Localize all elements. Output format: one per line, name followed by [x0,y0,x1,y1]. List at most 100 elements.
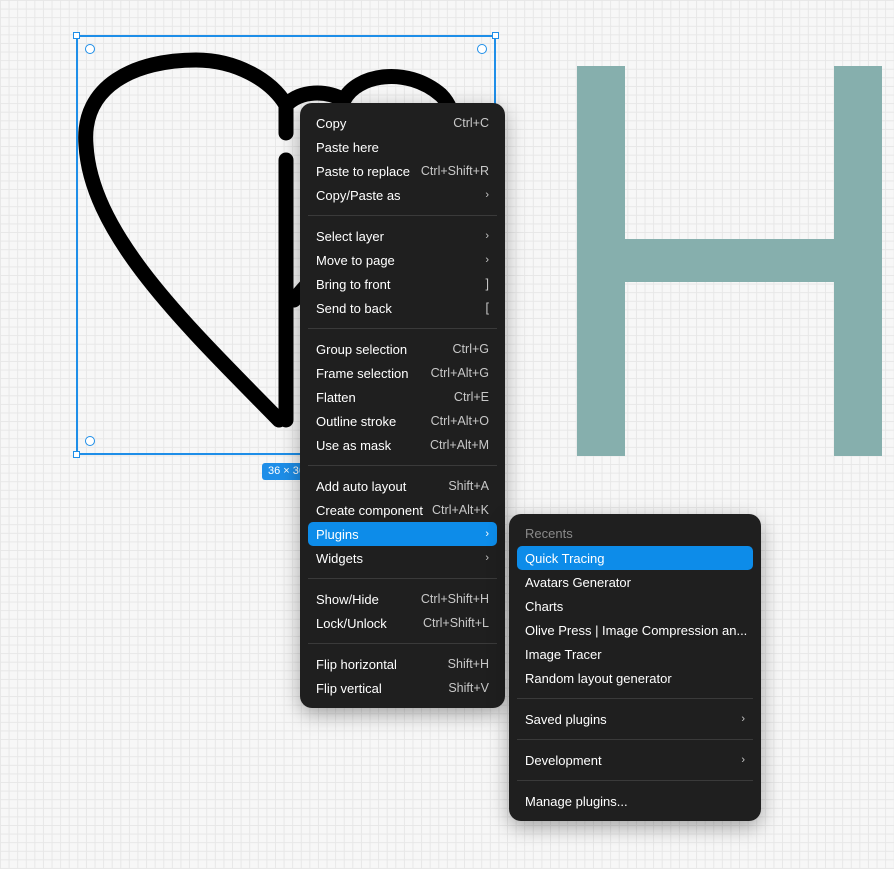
menu-item-send-to-back[interactable]: Send to back [ [308,296,497,320]
menu-item-add-auto-layout[interactable]: Add auto layout Shift+A [308,474,497,498]
chevron-right-icon: › [741,713,745,725]
plugin-item-label: Olive Press | Image Compression an... [525,622,748,638]
menu-item-flatten[interactable]: Flatten Ctrl+E [308,385,497,409]
menu-item-shortcut: Ctrl+Alt+M [429,438,489,452]
menu-item-frame-selection[interactable]: Frame selection Ctrl+Alt+G [308,361,497,385]
menu-item-shortcut: Ctrl+G [452,342,489,356]
chevron-right-icon: › [485,552,489,564]
menu-item-label: Flip horizontal [316,656,397,672]
plugin-item-olive-press[interactable]: Olive Press | Image Compression an... [517,618,753,642]
menu-item-label: Copy [316,115,347,131]
letter-h-shape[interactable] [577,66,894,456]
menu-item-copy[interactable]: Copy Ctrl+C [308,111,497,135]
menu-item-label: Use as mask [316,437,392,453]
menu-item-shortcut: [ [485,301,489,315]
menu-item-flip-horizontal[interactable]: Flip horizontal Shift+H [308,652,497,676]
menu-item-label: Flatten [316,389,356,405]
menu-item-shortcut: Ctrl+Alt+O [430,414,489,428]
menu-item-label: Add auto layout [316,478,407,494]
menu-item-move-to-page[interactable]: Move to page › [308,248,497,272]
menu-item-label: Development [525,752,602,768]
plugin-item-label: Avatars Generator [525,574,631,590]
menu-separator [308,643,497,644]
menu-item-label: Lock/Unlock [316,615,387,631]
menu-item-development[interactable]: Development › [517,748,753,772]
menu-item-bring-to-front[interactable]: Bring to front ] [308,272,497,296]
menu-separator [308,328,497,329]
menu-item-label: Widgets [316,550,363,566]
menu-item-shortcut: Ctrl+Alt+K [432,503,489,517]
menu-separator [308,215,497,216]
plugin-item-label: Random layout generator [525,670,672,686]
menu-item-shortcut: Ctrl+E [453,390,489,404]
menu-item-label: Flip vertical [316,680,382,696]
menu-item-select-layer[interactable]: Select layer › [308,224,497,248]
menu-item-label: Saved plugins [525,711,607,727]
menu-item-plugins[interactable]: Plugins › [308,522,497,546]
menu-item-paste-to-replace[interactable]: Paste to replace Ctrl+Shift+R [308,159,497,183]
menu-item-label: Outline stroke [316,413,397,429]
chevron-right-icon: › [741,754,745,766]
menu-item-shortcut: Ctrl+Alt+G [430,366,489,380]
menu-item-shortcut: ] [485,277,489,291]
menu-item-shortcut: Ctrl+Shift+L [422,616,489,630]
chevron-right-icon: › [485,230,489,242]
resize-handle-top-right[interactable] [492,32,499,39]
menu-item-label: Frame selection [316,365,409,381]
menu-item-manage-plugins[interactable]: Manage plugins... [517,789,753,813]
menu-item-label: Bring to front [316,276,391,292]
menu-separator [308,465,497,466]
plugin-item-label: Quick Tracing [525,550,605,566]
chevron-right-icon: › [485,189,489,201]
menu-item-widgets[interactable]: Widgets › [308,546,497,570]
menu-item-outline-stroke[interactable]: Outline stroke Ctrl+Alt+O [308,409,497,433]
menu-item-label: Show/Hide [316,591,379,607]
menu-item-shortcut: Shift+A [448,479,489,493]
menu-item-shortcut: Shift+H [447,657,489,671]
menu-item-label: Group selection [316,341,408,357]
menu-item-shortcut: Shift+V [448,681,489,695]
plugin-item-label: Image Tracer [525,646,602,662]
corner-radius-handle-bottom-left[interactable] [85,436,95,446]
menu-item-shortcut: Ctrl+Shift+H [420,592,489,606]
plugin-item-charts[interactable]: Charts [517,594,753,618]
menu-item-label: Create component [316,502,423,518]
menu-item-label: Select layer [316,228,384,244]
menu-item-create-component[interactable]: Create component Ctrl+Alt+K [308,498,497,522]
menu-item-group-selection[interactable]: Group selection Ctrl+G [308,337,497,361]
menu-item-label: Paste here [316,139,379,155]
design-canvas[interactable]: 36 × 36 Copy Ctrl+C Paste here Paste to … [0,0,894,869]
menu-item-label: Plugins [316,526,359,542]
menu-separator [517,739,753,740]
resize-handle-top-left[interactable] [73,32,80,39]
menu-item-copy-paste-as[interactable]: Copy/Paste as › [308,183,497,207]
menu-item-label: Send to back [316,300,392,316]
resize-handle-bottom-left[interactable] [73,451,80,458]
menu-item-shortcut: Ctrl+C [453,116,489,130]
recents-section-title: Recents [525,526,573,541]
menu-item-label: Paste to replace [316,163,410,179]
menu-item-lock-unlock[interactable]: Lock/Unlock Ctrl+Shift+L [308,611,497,635]
plugin-item-image-tracer[interactable]: Image Tracer [517,642,753,666]
menu-item-show-hide[interactable]: Show/Hide Ctrl+Shift+H [308,587,497,611]
chevron-right-icon: › [485,528,489,540]
menu-separator [517,780,753,781]
chevron-right-icon: › [485,254,489,266]
plugins-submenu: Recents Quick Tracing Avatars Generator … [509,514,761,821]
plugin-item-label: Charts [525,598,564,614]
context-menu: Copy Ctrl+C Paste here Paste to replace … [300,103,505,708]
plugin-item-avatars-generator[interactable]: Avatars Generator [517,570,753,594]
menu-item-saved-plugins[interactable]: Saved plugins › [517,707,753,731]
corner-radius-handle-top-right[interactable] [477,44,487,54]
menu-item-use-as-mask[interactable]: Use as mask Ctrl+Alt+M [308,433,497,457]
menu-item-paste-here[interactable]: Paste here [308,135,497,159]
menu-separator [517,698,753,699]
corner-radius-handle-top-left[interactable] [85,44,95,54]
menu-item-label: Move to page [316,252,395,268]
menu-item-label: Manage plugins... [525,793,628,809]
plugin-item-random-layout-generator[interactable]: Random layout generator [517,666,753,690]
plugin-item-quick-tracing[interactable]: Quick Tracing [517,546,753,570]
menu-separator [308,578,497,579]
menu-item-shortcut: Ctrl+Shift+R [420,164,489,178]
menu-item-flip-vertical[interactable]: Flip vertical Shift+V [308,676,497,700]
